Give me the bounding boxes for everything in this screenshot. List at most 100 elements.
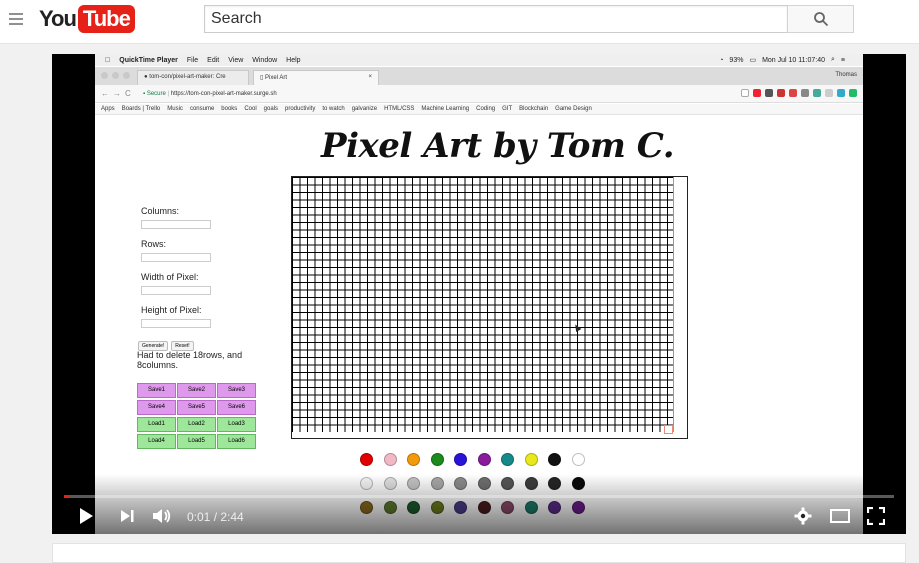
bookmark: Cool [244,106,257,112]
pixel-height-label: Height of Pixel: [141,305,202,315]
github-icon: ● [144,74,148,80]
save-button: Save5 [177,400,216,415]
search-icon [813,12,828,27]
browser-user: Thomas [835,72,857,78]
time-total: 2:44 [220,510,244,524]
time-current: 0:01 [187,510,211,524]
bookmark: Boards | Trello [121,106,161,112]
menubar-item: View [222,56,243,64]
bookmark: Blockchain [519,106,549,112]
bookmark: Machine Learning [421,106,470,112]
settings-button[interactable] [792,506,814,526]
fullscreen-button[interactable] [865,506,887,526]
extension-icon [777,89,785,97]
search-button[interactable] [787,5,854,33]
pixel-width-label: Width of Pixel: [141,272,199,282]
bookmark: Music [167,106,183,112]
color-swatch [407,453,420,466]
page-note: Had to delete 18rows, and 8columns. [137,350,243,370]
volume-icon [153,509,171,523]
color-swatch [524,453,538,466]
bookmark: goals [263,106,278,112]
color-swatch [548,453,561,466]
time-separator: / [210,510,221,524]
load-button: Load5 [177,434,216,449]
progress-bar[interactable] [64,495,894,498]
load-button: Load4 [137,434,176,449]
nav-arrows-icon: ←→C [101,89,135,98]
apple-icon:  [105,57,110,64]
progress-played [64,495,69,498]
lock-icon: ▪ [143,91,146,97]
bookmark: consume [189,106,215,112]
menu-icon[interactable] [9,13,23,25]
video-info-card [52,543,906,563]
color-swatch [383,453,397,466]
color-swatch [477,453,491,466]
shield-icon [789,89,797,97]
save-load-grid: Save1 Save2 Save3 Save4 Save5 Save6 Load… [137,383,256,449]
spotlight-icon: ⌕ [830,56,835,63]
extension-icon [849,89,857,97]
bookmark: productivity [285,106,316,112]
pixel-height-input [141,319,211,328]
notification-list-icon: ≡ [840,56,845,64]
color-swatch [571,453,585,466]
menubar-clock: Mon Jul 10 11:07:40 [762,56,825,64]
extension-icon [837,89,845,97]
pixel-canvas-grid [291,176,688,439]
browser-url-bar: ←→C ▪ Secure | https://tom-con-pixel-art… [95,85,863,103]
window-controls [101,72,130,79]
save-button: Save2 [177,383,216,398]
next-button[interactable] [116,506,138,526]
extension-icon [801,89,809,97]
grid-edge [673,177,687,438]
color-swatch [501,453,514,466]
bookmark: GIT [502,106,513,112]
save-button: Save4 [137,400,176,415]
grid-edge [292,432,687,438]
menubar-item: Edit [201,56,219,64]
tab-close-icon: × [368,74,372,80]
bookmark: HTML/CSS [384,106,415,112]
secure-label: Secure [146,91,166,97]
logo-you-text: You [39,6,77,31]
load-button: Load2 [177,417,216,432]
menubar-item: Window [247,56,277,64]
video-player[interactable]:  QuickTime Player File Edit View Window… [52,54,906,534]
menubar-item: File [181,56,198,64]
tab-title: tom-con/pixel-art-maker: Cre [149,74,226,80]
youtube-logo[interactable]: You Tube [39,4,135,34]
color-swatch [454,453,467,466]
browser-tab: ● tom-con/pixel-art-maker: Cre [137,70,249,85]
search-input[interactable]: Search [204,5,788,33]
mute-button[interactable] [151,506,173,526]
load-button: Load1 [137,417,176,432]
columns-label: Columns: [141,206,180,216]
menubar-status: ◔ 93% ▭ Mon Jul 10 11:07:40 ⌕ ≡ [719,54,845,66]
browser-tabs-bar: ● tom-con/pixel-art-maker: Cre ▯ Pixel A… [95,67,863,85]
settings-form: Columns: Rows: Width of Pixel: Height of… [141,206,211,338]
bookmark: Coding [476,106,496,112]
rows-label: Rows: [141,239,167,249]
pixel-width-input [141,286,211,295]
battery-icon: ▭ [749,57,757,64]
fullscreen-icon [867,507,885,525]
highlighted-cell [664,425,673,434]
tab-title: Pixel Art [264,75,287,81]
color-swatch [360,453,373,466]
video-frame:  QuickTime Player File Edit View Window… [95,54,863,534]
gear-icon [794,507,812,525]
extension-icon [825,89,833,97]
load-button: Load6 [217,434,256,449]
theater-mode-icon [830,509,850,523]
theater-mode-button[interactable] [829,506,851,526]
bookmark: books [221,106,238,112]
browser-tab-active: ▯ Pixel Art × [253,70,379,85]
load-button: Load3 [217,417,256,432]
play-button[interactable] [75,506,97,526]
menubar-app: QuickTime Player [114,56,178,64]
play-icon [80,508,93,524]
page-icon: ▯ [260,75,264,81]
save-button: Save1 [137,383,176,398]
